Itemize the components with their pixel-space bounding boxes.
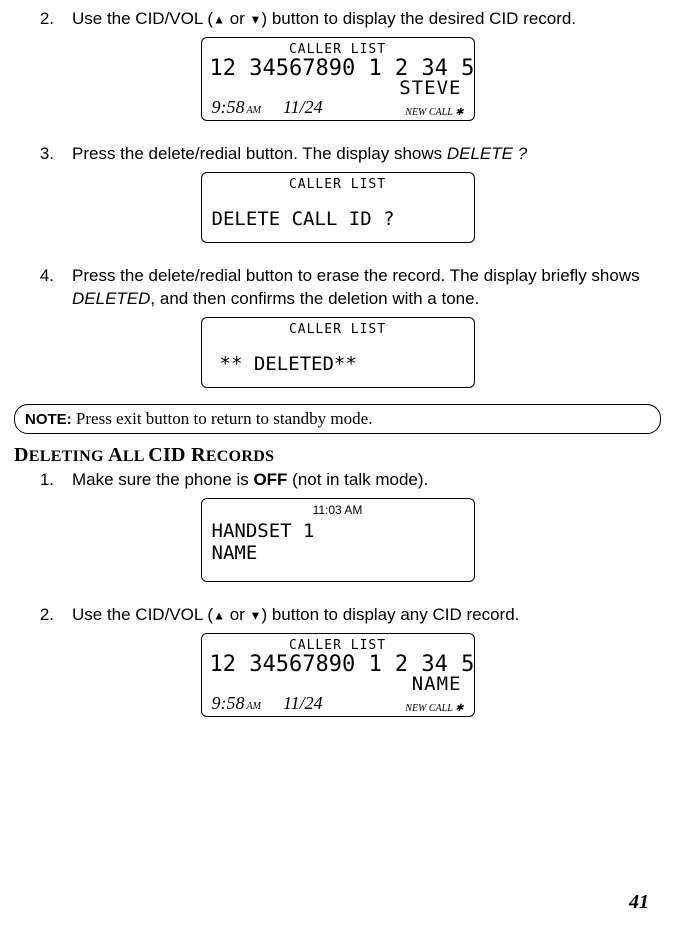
lcd-caller-name: NAME: [210, 676, 466, 693]
lcd-flags: NEW CALL ✱: [345, 703, 464, 714]
step-b1: 1. Make sure the phone is OFF (not in ta…: [32, 469, 643, 492]
h: A: [108, 444, 123, 466]
up-arrow-icon: ▲: [213, 12, 225, 26]
lcd-message: ** DELETED**: [210, 337, 466, 385]
lcd-time: 9:58: [212, 693, 245, 713]
step-text: Press the delete/redial button to erase …: [72, 265, 643, 311]
lcd-clock: 11:03 AM: [210, 503, 466, 517]
down-arrow-icon: ▼: [250, 608, 262, 622]
t: ) button to display the desired CID reco…: [261, 9, 576, 28]
lcd-display-2: CALLER LIST DELETE CALL ID ?: [32, 172, 643, 243]
lcd-ampm: AM: [247, 701, 261, 712]
t: Use the CID/VOL (: [72, 9, 213, 28]
h: CID: [148, 444, 191, 466]
t: or: [225, 605, 250, 624]
note-text: Press exit button to return to standby m…: [72, 409, 373, 428]
ital: DELETED: [72, 289, 150, 308]
lcd-header: CALLER LIST: [210, 42, 466, 57]
step-num: 2.: [32, 8, 54, 31]
t: Press the delete/redial button. The disp…: [72, 144, 447, 163]
t: , and then confirms the deletion with a …: [150, 289, 479, 308]
t: ) button to display any CID record.: [261, 605, 519, 624]
lcd-line2: NAME: [212, 543, 466, 565]
t: or: [225, 9, 250, 28]
h: ELETING: [29, 448, 108, 465]
t: Press the delete/redial button to erase …: [72, 266, 640, 285]
lcd-date: 11/24: [283, 693, 323, 714]
lcd-header: CALLER LIST: [210, 638, 466, 653]
h: ECORDS: [206, 448, 274, 465]
lcd-date: 11/24: [283, 97, 323, 118]
step-a2: 2. Use the CID/VOL (▲ or ▼) button to di…: [32, 8, 643, 31]
lcd-header: CALLER LIST: [210, 322, 466, 337]
lcd-display-3: CALLER LIST ** DELETED**: [32, 317, 643, 388]
lcd-display-4: 11:03 AM HANDSET 1 NAME: [32, 498, 643, 582]
step-text: Use the CID/VOL (▲ or ▼) button to displ…: [72, 604, 643, 627]
note-label: NOTE:: [25, 411, 72, 428]
step-num: 3.: [32, 143, 54, 166]
h: LL: [123, 448, 148, 465]
lcd-ampm: AM: [247, 105, 261, 116]
h: D: [14, 444, 29, 466]
lcd-line1: HANDSET 1: [212, 521, 466, 543]
step-num: 4.: [32, 265, 54, 311]
lcd-flags: NEW CALL ✱: [345, 107, 464, 118]
lcd-header: CALLER LIST: [210, 177, 466, 192]
b: OFF: [253, 470, 287, 489]
step-num: 1.: [32, 469, 54, 492]
t: (not in talk mode).: [287, 470, 428, 489]
ital: DELETE ?: [447, 144, 527, 163]
lcd-display-5: CALLER LIST 12 34567890 1 2 34 5 NAME 9:…: [32, 633, 643, 717]
down-arrow-icon: ▼: [250, 12, 262, 26]
lcd-caller-name: STEVE: [210, 80, 466, 97]
step-text: Press the delete/redial button. The disp…: [72, 143, 643, 166]
t: Use the CID/VOL (: [72, 605, 213, 624]
up-arrow-icon: ▲: [213, 608, 225, 622]
step-text: Use the CID/VOL (▲ or ▼) button to displ…: [72, 8, 643, 31]
step-a3: 3. Press the delete/redial button. The d…: [32, 143, 643, 166]
lcd-message: DELETE CALL ID ?: [210, 192, 466, 240]
section-heading: DELETING ALL CID RECORDS: [14, 444, 643, 467]
lcd-display-1: CALLER LIST 12 34567890 1 2 34 5 STEVE 9…: [32, 37, 643, 121]
t: Make sure the phone is: [72, 470, 253, 489]
step-num: 2.: [32, 604, 54, 627]
page-number: 41: [629, 891, 649, 914]
note-box: NOTE: Press exit button to return to sta…: [14, 404, 661, 434]
h: R: [191, 444, 206, 466]
step-a4: 4. Press the delete/redial button to era…: [32, 265, 643, 311]
lcd-time: 9:58: [212, 97, 245, 117]
step-text: Make sure the phone is OFF (not in talk …: [72, 469, 643, 492]
step-b2: 2. Use the CID/VOL (▲ or ▼) button to di…: [32, 604, 643, 627]
